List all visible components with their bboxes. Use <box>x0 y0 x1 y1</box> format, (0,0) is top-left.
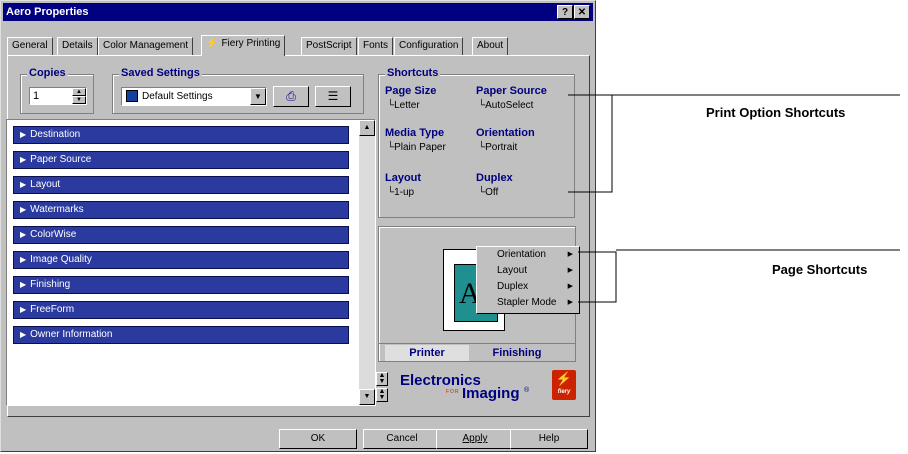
page-shortcuts-bracket <box>578 251 617 303</box>
page-shortcuts-callout: Page Shortcuts <box>772 262 868 277</box>
tab-fiery-printing[interactable]: ⚡ Fiery Printing <box>201 35 286 56</box>
callout-lines <box>568 94 900 303</box>
print-option-shortcuts-callout: Print Option Shortcuts <box>706 105 846 120</box>
fiery-bolt-icon: ⚡ <box>206 38 219 49</box>
print-option-bracket <box>568 94 613 193</box>
tab-label: Fiery Printing <box>221 38 281 49</box>
